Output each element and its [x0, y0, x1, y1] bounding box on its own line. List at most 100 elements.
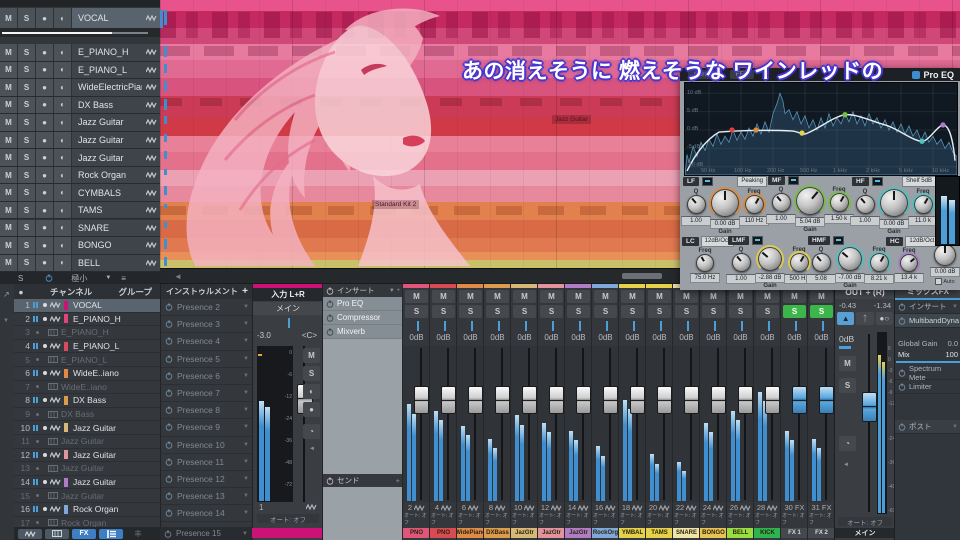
instrument-row[interactable]: Presence 9 ▼ — [161, 419, 253, 437]
collapse-icon[interactable]: ◄ — [309, 446, 315, 452]
strip-solo-button[interactable]: S — [486, 305, 509, 318]
instrument-row[interactable]: Presence 13 ▼ — [161, 488, 253, 506]
record-arm-button[interactable]: ● — [36, 44, 54, 61]
eq-q-value[interactable]: 5.08 — [806, 274, 836, 284]
send-header[interactable]: センド + — [323, 474, 403, 487]
record-arm-button[interactable]: ● — [36, 184, 54, 201]
strip-automation-mode[interactable]: オート: オフ — [782, 513, 807, 526]
strip-fader-area[interactable] — [430, 346, 457, 502]
track-row[interactable]: MS●◐ WideElectricPiano — [0, 79, 160, 97]
strip-automation-mode[interactable]: オート: オフ — [539, 513, 564, 526]
strip-fader-handle[interactable] — [549, 386, 564, 414]
power-icon[interactable] — [326, 286, 334, 295]
mute-button[interactable]: M — [0, 114, 18, 131]
monitor-button[interactable]: ◐ — [54, 131, 72, 149]
eq-q-knob[interactable] — [686, 195, 706, 214]
headphone-toggle-icon[interactable]: ●○ — [875, 312, 893, 325]
eq-freq-knob[interactable] — [789, 253, 809, 272]
strip-label[interactable]: YMBAL — [619, 528, 646, 538]
strip-automation-mode[interactable]: オート: オフ — [701, 513, 726, 526]
eq-freq-knob[interactable] — [696, 254, 714, 272]
eq-band-enable-toggle[interactable] — [701, 177, 713, 186]
mute-button[interactable]: M — [0, 254, 18, 272]
eq-freq-knob[interactable] — [900, 254, 918, 272]
strip-fader-handle[interactable] — [792, 386, 807, 414]
power-icon[interactable] — [326, 476, 334, 485]
strip-mute-button[interactable]: M — [810, 290, 833, 303]
strip-label[interactable]: JazGtr — [511, 528, 538, 538]
strip-label[interactable]: JazGtr — [565, 528, 592, 538]
strip-pan-control[interactable] — [433, 320, 454, 332]
strip-mute-button[interactable]: M — [621, 290, 644, 303]
chevron-down-icon[interactable]: ▼ — [243, 338, 249, 344]
power-icon[interactable] — [165, 389, 173, 397]
record-arm-button[interactable]: ● — [36, 8, 54, 28]
eq-gain-value[interactable]: 0.00 dB — [710, 219, 740, 229]
power-icon[interactable] — [165, 475, 173, 483]
strip-fader-handle[interactable] — [819, 386, 834, 414]
power-icon[interactable] — [165, 355, 173, 363]
strip-label[interactable]: PNO — [403, 528, 430, 538]
strip-pan-control[interactable] — [487, 320, 508, 332]
strip-mute-button[interactable]: M — [540, 290, 563, 303]
track-row[interactable]: M S ● ◐ E_PIANO_L — [0, 61, 160, 80]
instrument-row[interactable]: Presence 14 ▼ — [161, 505, 253, 523]
eq-q-knob[interactable] — [811, 253, 831, 272]
eq-freq-knob[interactable] — [913, 195, 933, 214]
eq-freq-value[interactable]: 11.0 k — [908, 216, 938, 226]
eq-band-mode-select[interactable]: Peaking — [737, 176, 767, 187]
strip-fader-value[interactable]: 0dB — [673, 333, 700, 342]
tab-audio-tracks[interactable] — [18, 528, 42, 539]
strip-label[interactable]: FX 2 — [808, 528, 835, 538]
strip-solo-button[interactable]: S — [459, 305, 482, 318]
spectrum-meter-row[interactable]: Spectrum Mete — [895, 364, 960, 382]
channel-list-row[interactable]: 15 Jazz Guitar — [14, 489, 160, 503]
strip-fader-value[interactable]: 0dB — [781, 333, 808, 342]
mute-button[interactable]: M — [0, 237, 18, 254]
record-arm-button[interactable]: ● — [36, 219, 54, 237]
monitor-button[interactable]: ◐ — [54, 166, 72, 184]
power-icon[interactable] — [898, 302, 906, 311]
mute-button[interactable]: M — [0, 96, 18, 114]
vocal-solo-button[interactable]: S — [303, 366, 320, 381]
strip-mute-button[interactable]: M — [729, 290, 752, 303]
group-column-header[interactable]: グループ — [119, 286, 153, 298]
strip-fader-value[interactable]: 0dB — [457, 333, 484, 342]
record-arm-button[interactable]: ● — [36, 254, 54, 272]
strip-solo-button[interactable]: S — [648, 305, 671, 318]
instrument-row[interactable]: Presence 7 ▼ — [161, 385, 253, 403]
strip-solo-button[interactable]: S — [405, 305, 428, 318]
eq-gain-knob[interactable] — [838, 247, 862, 271]
strip-label[interactable]: RockOrg — [592, 528, 619, 538]
strip-solo-button[interactable]: S — [540, 305, 563, 318]
monitor-button[interactable]: ◐ — [54, 237, 72, 254]
strip-fader-value[interactable]: 0dB — [565, 333, 592, 342]
solo-button[interactable]: S — [18, 219, 36, 237]
strip-automation-mode[interactable]: オート: オフ — [647, 513, 672, 526]
eq-q-value[interactable]: 1.00 — [726, 274, 756, 284]
automation-mode[interactable]: オート: オフ — [257, 514, 319, 524]
solo-button[interactable]: S — [18, 201, 36, 219]
strip-automation-mode[interactable]: オート: オフ — [431, 513, 456, 526]
strip-pan-control[interactable] — [460, 320, 481, 332]
power-icon[interactable] — [326, 313, 334, 322]
chevron-down-icon[interactable]: ▼ — [243, 510, 249, 516]
strip-fader-value[interactable]: 0dB — [646, 333, 673, 342]
solo-button[interactable]: S — [18, 79, 36, 96]
eq-curve-display[interactable]: 10 dB 5 dB 0 dB -5 dB -10 dB 50 Hz 100 Hz 200 H… — [684, 82, 958, 176]
tab-bus-channels[interactable] — [99, 528, 123, 539]
eq-freq-value[interactable]: 110 Hz — [739, 216, 769, 226]
monitor-button[interactable]: ◐ — [54, 149, 72, 166]
power-icon[interactable] — [165, 303, 173, 311]
strip-pan-control[interactable] — [703, 320, 724, 332]
track-size-selector[interactable]: 極小 — [71, 273, 87, 284]
chevron-down-icon[interactable]: ▼ — [243, 321, 249, 327]
track-row[interactable]: M S ● ◐ Jazz Guitar — [0, 114, 160, 132]
strip-solo-button[interactable]: S — [675, 305, 698, 318]
strip-automation-mode[interactable]: オート: オフ — [458, 513, 483, 526]
eq-auto-toggle[interactable]: Auto — [935, 278, 955, 285]
insert-header[interactable]: インサート ▼ + — [323, 284, 403, 297]
chevron-down-icon[interactable]: ▼ — [243, 459, 249, 465]
limiter-row[interactable]: Limiter — [895, 380, 960, 394]
record-arm-button[interactable]: ● — [36, 131, 54, 149]
